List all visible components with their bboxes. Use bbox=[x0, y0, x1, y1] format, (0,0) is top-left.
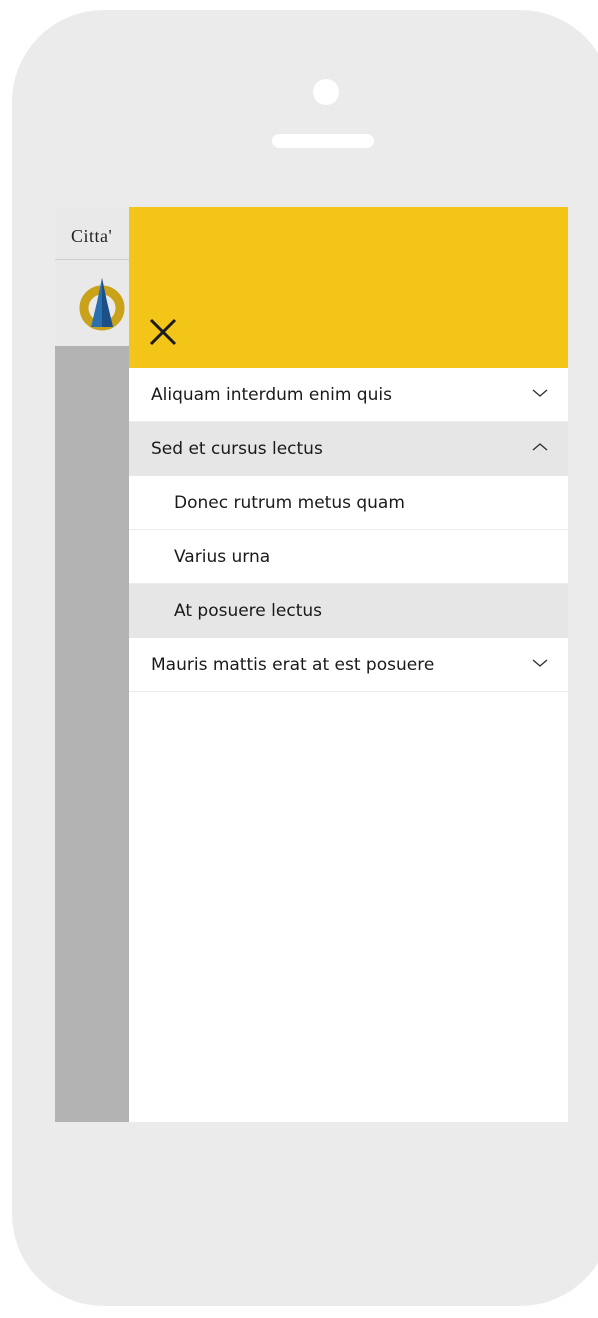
mole-antonelliana-logo bbox=[79, 278, 125, 331]
background-header: Citta' bbox=[55, 207, 129, 260]
menu-item-label: Mauris mattis erat at est posuere bbox=[151, 654, 435, 675]
menu-subitem-varius[interactable]: Varius urna bbox=[129, 530, 568, 584]
drawer-header bbox=[129, 207, 568, 368]
background-logo-bar bbox=[55, 260, 129, 346]
app-title: Citta' bbox=[71, 226, 113, 246]
chevron-up-icon[interactable] bbox=[532, 442, 548, 452]
drawer-menu: Aliquam interdum enim quis Sed et cursus… bbox=[129, 368, 568, 692]
chevron-down-icon[interactable] bbox=[532, 388, 548, 398]
camera-dot bbox=[313, 79, 339, 105]
menu-item-label: Donec rutrum metus quam bbox=[174, 492, 405, 513]
speaker-slot bbox=[272, 134, 374, 148]
menu-item-label: Sed et cursus lectus bbox=[151, 438, 323, 459]
chevron-down-icon[interactable] bbox=[532, 658, 548, 668]
menu-item-label: Varius urna bbox=[174, 546, 271, 567]
app-screen: Citta' Aliquam interdum enim quis Sed et… bbox=[55, 207, 568, 1122]
menu-subitem-at-posuere[interactable]: At posuere lectus bbox=[129, 584, 568, 638]
menu-section-sed[interactable]: Sed et cursus lectus bbox=[129, 422, 568, 476]
menu-item-label: Aliquam interdum enim quis bbox=[151, 384, 392, 405]
close-icon[interactable] bbox=[146, 313, 182, 349]
menu-subitem-donec[interactable]: Donec rutrum metus quam bbox=[129, 476, 568, 530]
menu-section-aliquam[interactable]: Aliquam interdum enim quis bbox=[129, 368, 568, 422]
navigation-drawer: Aliquam interdum enim quis Sed et cursus… bbox=[129, 207, 568, 1122]
menu-section-mauris[interactable]: Mauris mattis erat at est posuere bbox=[129, 638, 568, 692]
menu-item-label: At posuere lectus bbox=[174, 600, 322, 621]
